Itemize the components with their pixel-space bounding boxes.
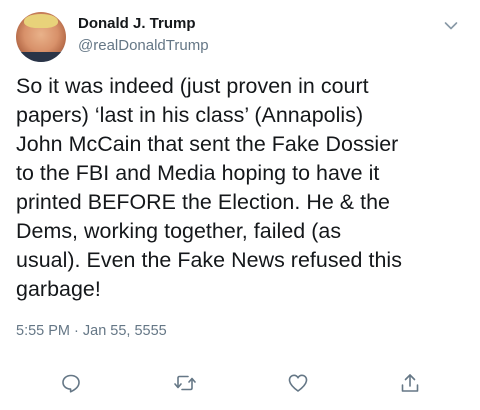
avatar-hair bbox=[24, 14, 58, 28]
retweet-icon[interactable] bbox=[172, 370, 198, 396]
chevron-down-icon[interactable] bbox=[444, 18, 458, 30]
heart-icon[interactable] bbox=[285, 370, 311, 396]
share-icon[interactable] bbox=[397, 370, 423, 396]
tweet-text: So it was indeed (just proven in court p… bbox=[16, 74, 402, 301]
avatar[interactable] bbox=[16, 12, 66, 62]
tweet-timestamp[interactable]: 5:55 PM · Jan 55, 5555 bbox=[16, 323, 167, 339]
author-name[interactable]: Donald J. Trump bbox=[78, 15, 196, 32]
tweet-card: Donald J. Trump @realDonaldTrump So it w… bbox=[0, 0, 480, 410]
avatar-suit bbox=[16, 52, 66, 62]
action-bar bbox=[0, 370, 480, 400]
author-handle[interactable]: @realDonaldTrump bbox=[78, 37, 209, 54]
reply-icon[interactable] bbox=[58, 370, 84, 396]
